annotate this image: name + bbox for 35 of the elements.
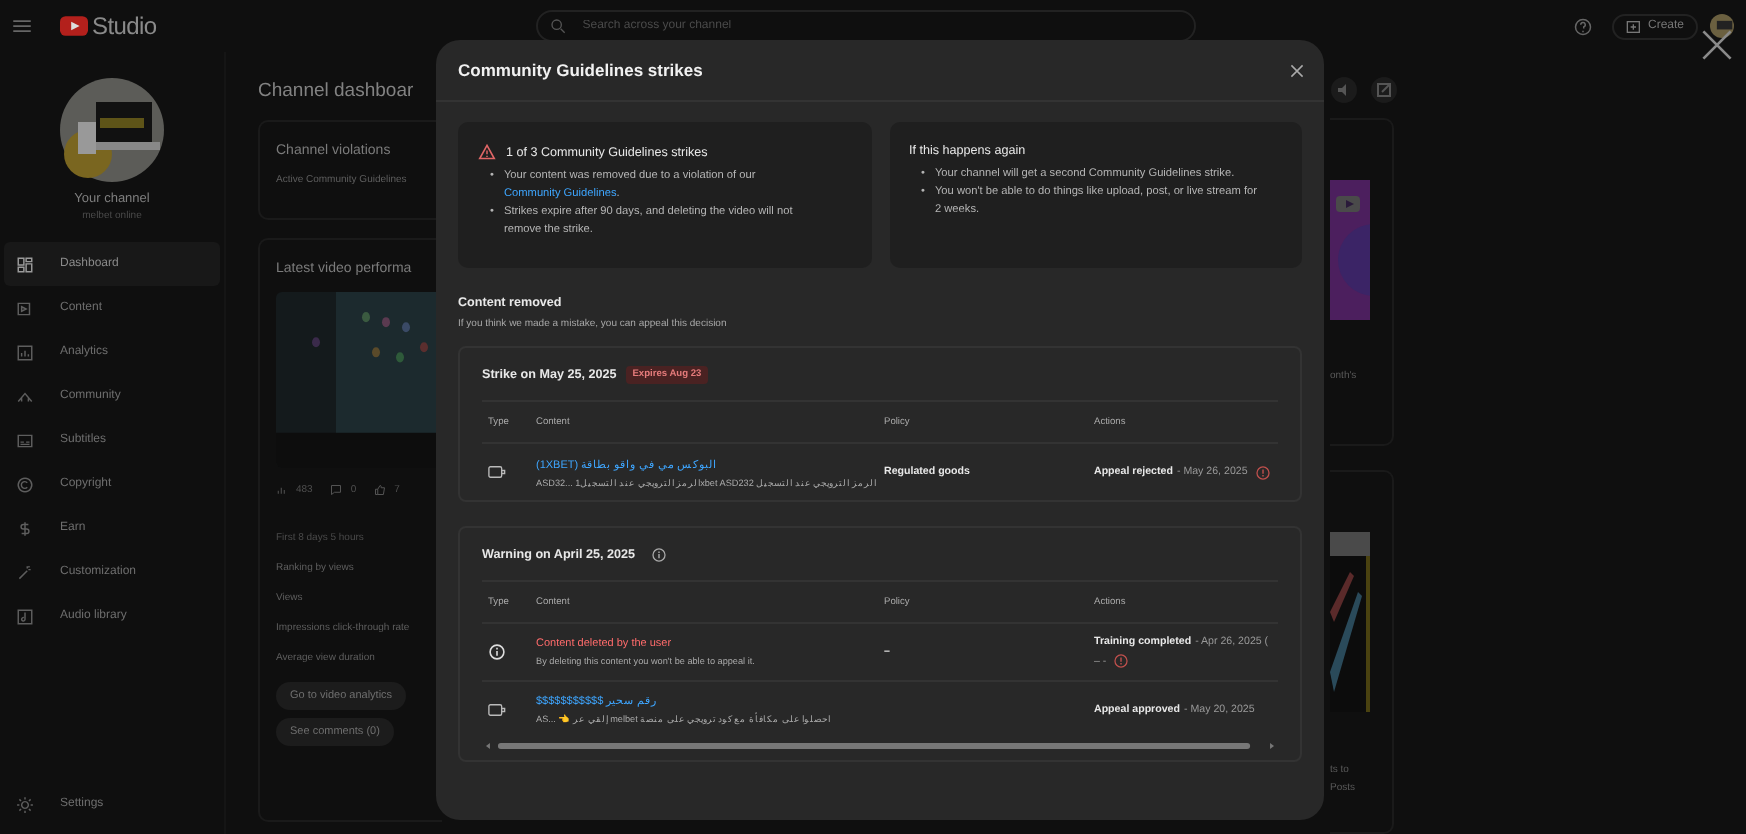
- video-icon: [488, 464, 506, 480]
- logo-icon: [60, 16, 88, 36]
- page-title: Channel dashboar: [258, 80, 416, 102]
- community-icon: [16, 387, 34, 405]
- alert-icon[interactable]: [1114, 654, 1129, 668]
- close-icon[interactable]: [1700, 28, 1734, 62]
- help-icon[interactable]: [1573, 17, 1592, 35]
- chart-icon: [276, 484, 288, 496]
- analytics-icon: [16, 343, 34, 361]
- audio-icon: [16, 607, 34, 625]
- alert-icon[interactable]: [1255, 465, 1270, 479]
- comment-icon: [330, 484, 343, 496]
- scrollbar[interactable]: [482, 740, 1278, 752]
- info-icon[interactable]: [651, 547, 666, 561]
- settings-icon: [16, 795, 34, 813]
- add-video-icon: [1625, 19, 1642, 33]
- logo-text: Studio: [92, 12, 157, 40]
- edit-icon[interactable]: [1370, 76, 1398, 104]
- avatar[interactable]: [1710, 14, 1734, 38]
- menu-icon[interactable]: [12, 18, 32, 34]
- info-icon: [488, 644, 506, 660]
- warning-icon: [478, 144, 496, 160]
- dialog-title: Community Guidelines strikes: [458, 60, 703, 80]
- speaker-icon[interactable]: [1330, 76, 1358, 104]
- thumbs-up-icon: [374, 484, 387, 496]
- close-icon[interactable]: [1290, 63, 1304, 77]
- dashboard-icon: [16, 255, 34, 273]
- video-icon: [488, 701, 506, 717]
- subtitles-icon: [16, 431, 34, 449]
- customization-icon: [16, 563, 34, 581]
- search-icon: [550, 18, 567, 34]
- content-icon: [16, 299, 34, 317]
- channel-avatar[interactable]: [60, 78, 164, 182]
- copyright-icon: [16, 475, 34, 493]
- earn-icon: [16, 519, 34, 537]
